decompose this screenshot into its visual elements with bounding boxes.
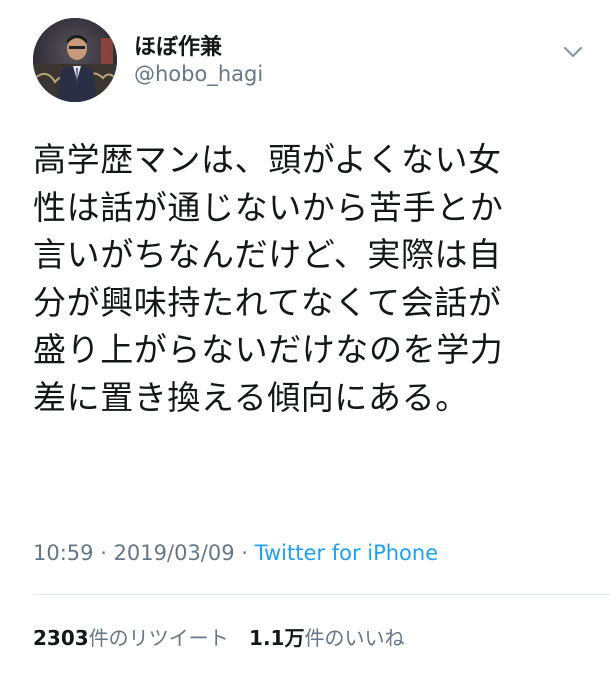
user-handle[interactable]: @hobo_hagi [134, 62, 263, 86]
tweet-text: 高学歴マンは、頭がよくない女 性は話が通じないから苦手とか 言いがちなんだけど、… [33, 136, 593, 421]
likes-stat[interactable]: 1.1万件のいいね [249, 626, 404, 650]
tweet-stats: 2303件のリツイート 1.1万件のいいね [33, 622, 418, 651]
tweet-text-line: 言いがちなんだけど、実際は自 [33, 235, 502, 274]
likes-count: 1.1万 [249, 626, 305, 650]
tweet-card: ほぼ作兼 @hobo_hagi 高学歴マンは、頭がよくない女 性は話が通じないか… [0, 0, 610, 680]
tweet-time[interactable]: 10:59 [33, 541, 94, 565]
tweet-text-line: 性は話が通じないから苦手とか [33, 187, 504, 227]
tweet-date[interactable]: 2019/03/09 [114, 541, 235, 565]
tweet-metadata: 10:59 · 2019/03/09 · Twitter for iPhone [33, 541, 438, 565]
tweet-header: ほぼ作兼 @hobo_hagi [33, 18, 593, 108]
retweets-count: 2303 [33, 626, 89, 650]
profile-photo-icon [33, 18, 117, 102]
chevron-down-icon[interactable] [561, 40, 585, 64]
display-name[interactable]: ほぼ作兼 [134, 29, 222, 61]
retweets-label: 件のリツイート [88, 626, 229, 650]
tweet-text-line: 差に置き換える傾向にある。 [33, 377, 469, 417]
meta-separator: · [93, 541, 114, 565]
divider [33, 594, 610, 595]
tweet-text-line: 分が興味持たれてなくて会話が [33, 282, 502, 322]
tweet-text-line: 高学歴マンは、頭がよくない女 [33, 140, 502, 179]
tweet-text-line: 盛り上がらないだけなのを学力 [33, 330, 504, 369]
meta-separator: · [234, 541, 255, 565]
likes-label: 件のいいね [304, 626, 405, 650]
tweet-source-link[interactable]: Twitter for iPhone [255, 541, 439, 565]
retweets-stat[interactable]: 2303件のリツイート [33, 626, 229, 650]
avatar[interactable] [33, 18, 117, 102]
